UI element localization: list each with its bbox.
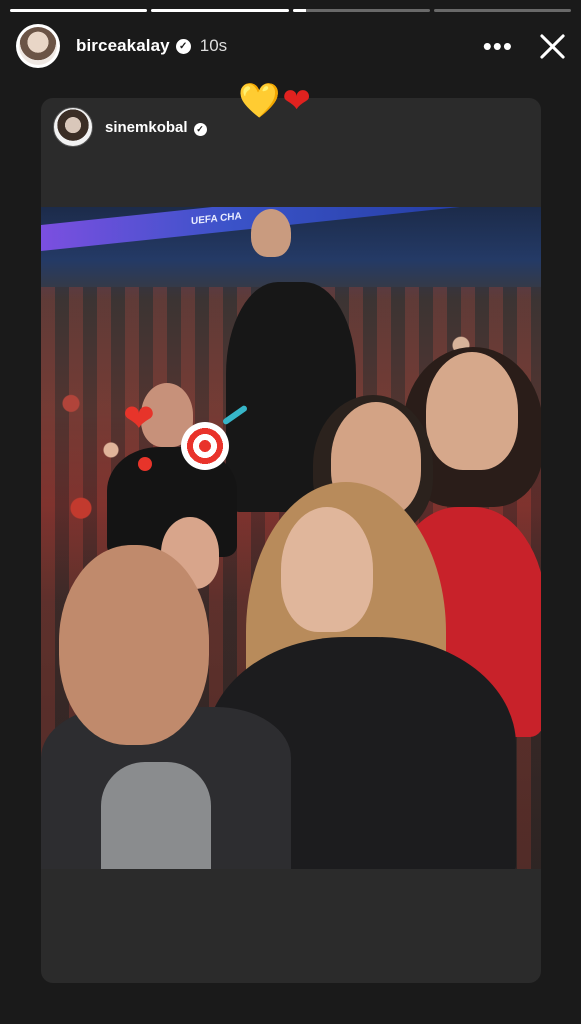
hearts-sticker[interactable]: 💛❤ <box>238 84 313 118</box>
heart-drop-icon <box>138 457 152 471</box>
target-sticker-icon[interactable] <box>181 422 229 470</box>
more-options-button[interactable]: ••• <box>483 33 513 59</box>
standing-person-head <box>251 209 291 257</box>
repost-header: sinemkobal ✓ <box>53 107 207 147</box>
red-heart-icon: ❤ <box>282 82 313 120</box>
yellow-heart-icon: 💛 <box>238 82 283 120</box>
story-header: birceakalay ✓ 10s ••• <box>16 24 567 68</box>
story-username[interactable]: birceakalay <box>76 36 170 56</box>
repost-avatar[interactable] <box>53 107 93 147</box>
verified-badge-icon: ✓ <box>175 38 191 54</box>
progress-segment <box>433 9 571 12</box>
blonde-woman-face <box>281 507 373 632</box>
story-timestamp: 10s <box>199 36 228 55</box>
reposted-story-card[interactable]: sinemkobal ✓ UEFA CHA ❤ <box>41 98 541 983</box>
banner-text: UEFA CHA <box>191 210 242 228</box>
heart-sticker-icon[interactable]: ❤ <box>123 400 155 438</box>
story-progress-bar <box>10 9 571 12</box>
progress-segment <box>10 9 148 12</box>
man-face <box>59 545 209 745</box>
progress-segment <box>151 9 289 12</box>
man-sweater <box>101 762 211 869</box>
close-icon[interactable] <box>537 31 567 61</box>
profile-avatar[interactable] <box>16 24 60 68</box>
progress-segment <box>292 9 430 12</box>
story-photo: UEFA CHA ❤ <box>41 207 541 869</box>
repost-username[interactable]: sinemkobal ✓ <box>105 119 207 136</box>
verified-badge-icon: ✓ <box>193 122 207 136</box>
woman-right-face <box>426 352 518 470</box>
